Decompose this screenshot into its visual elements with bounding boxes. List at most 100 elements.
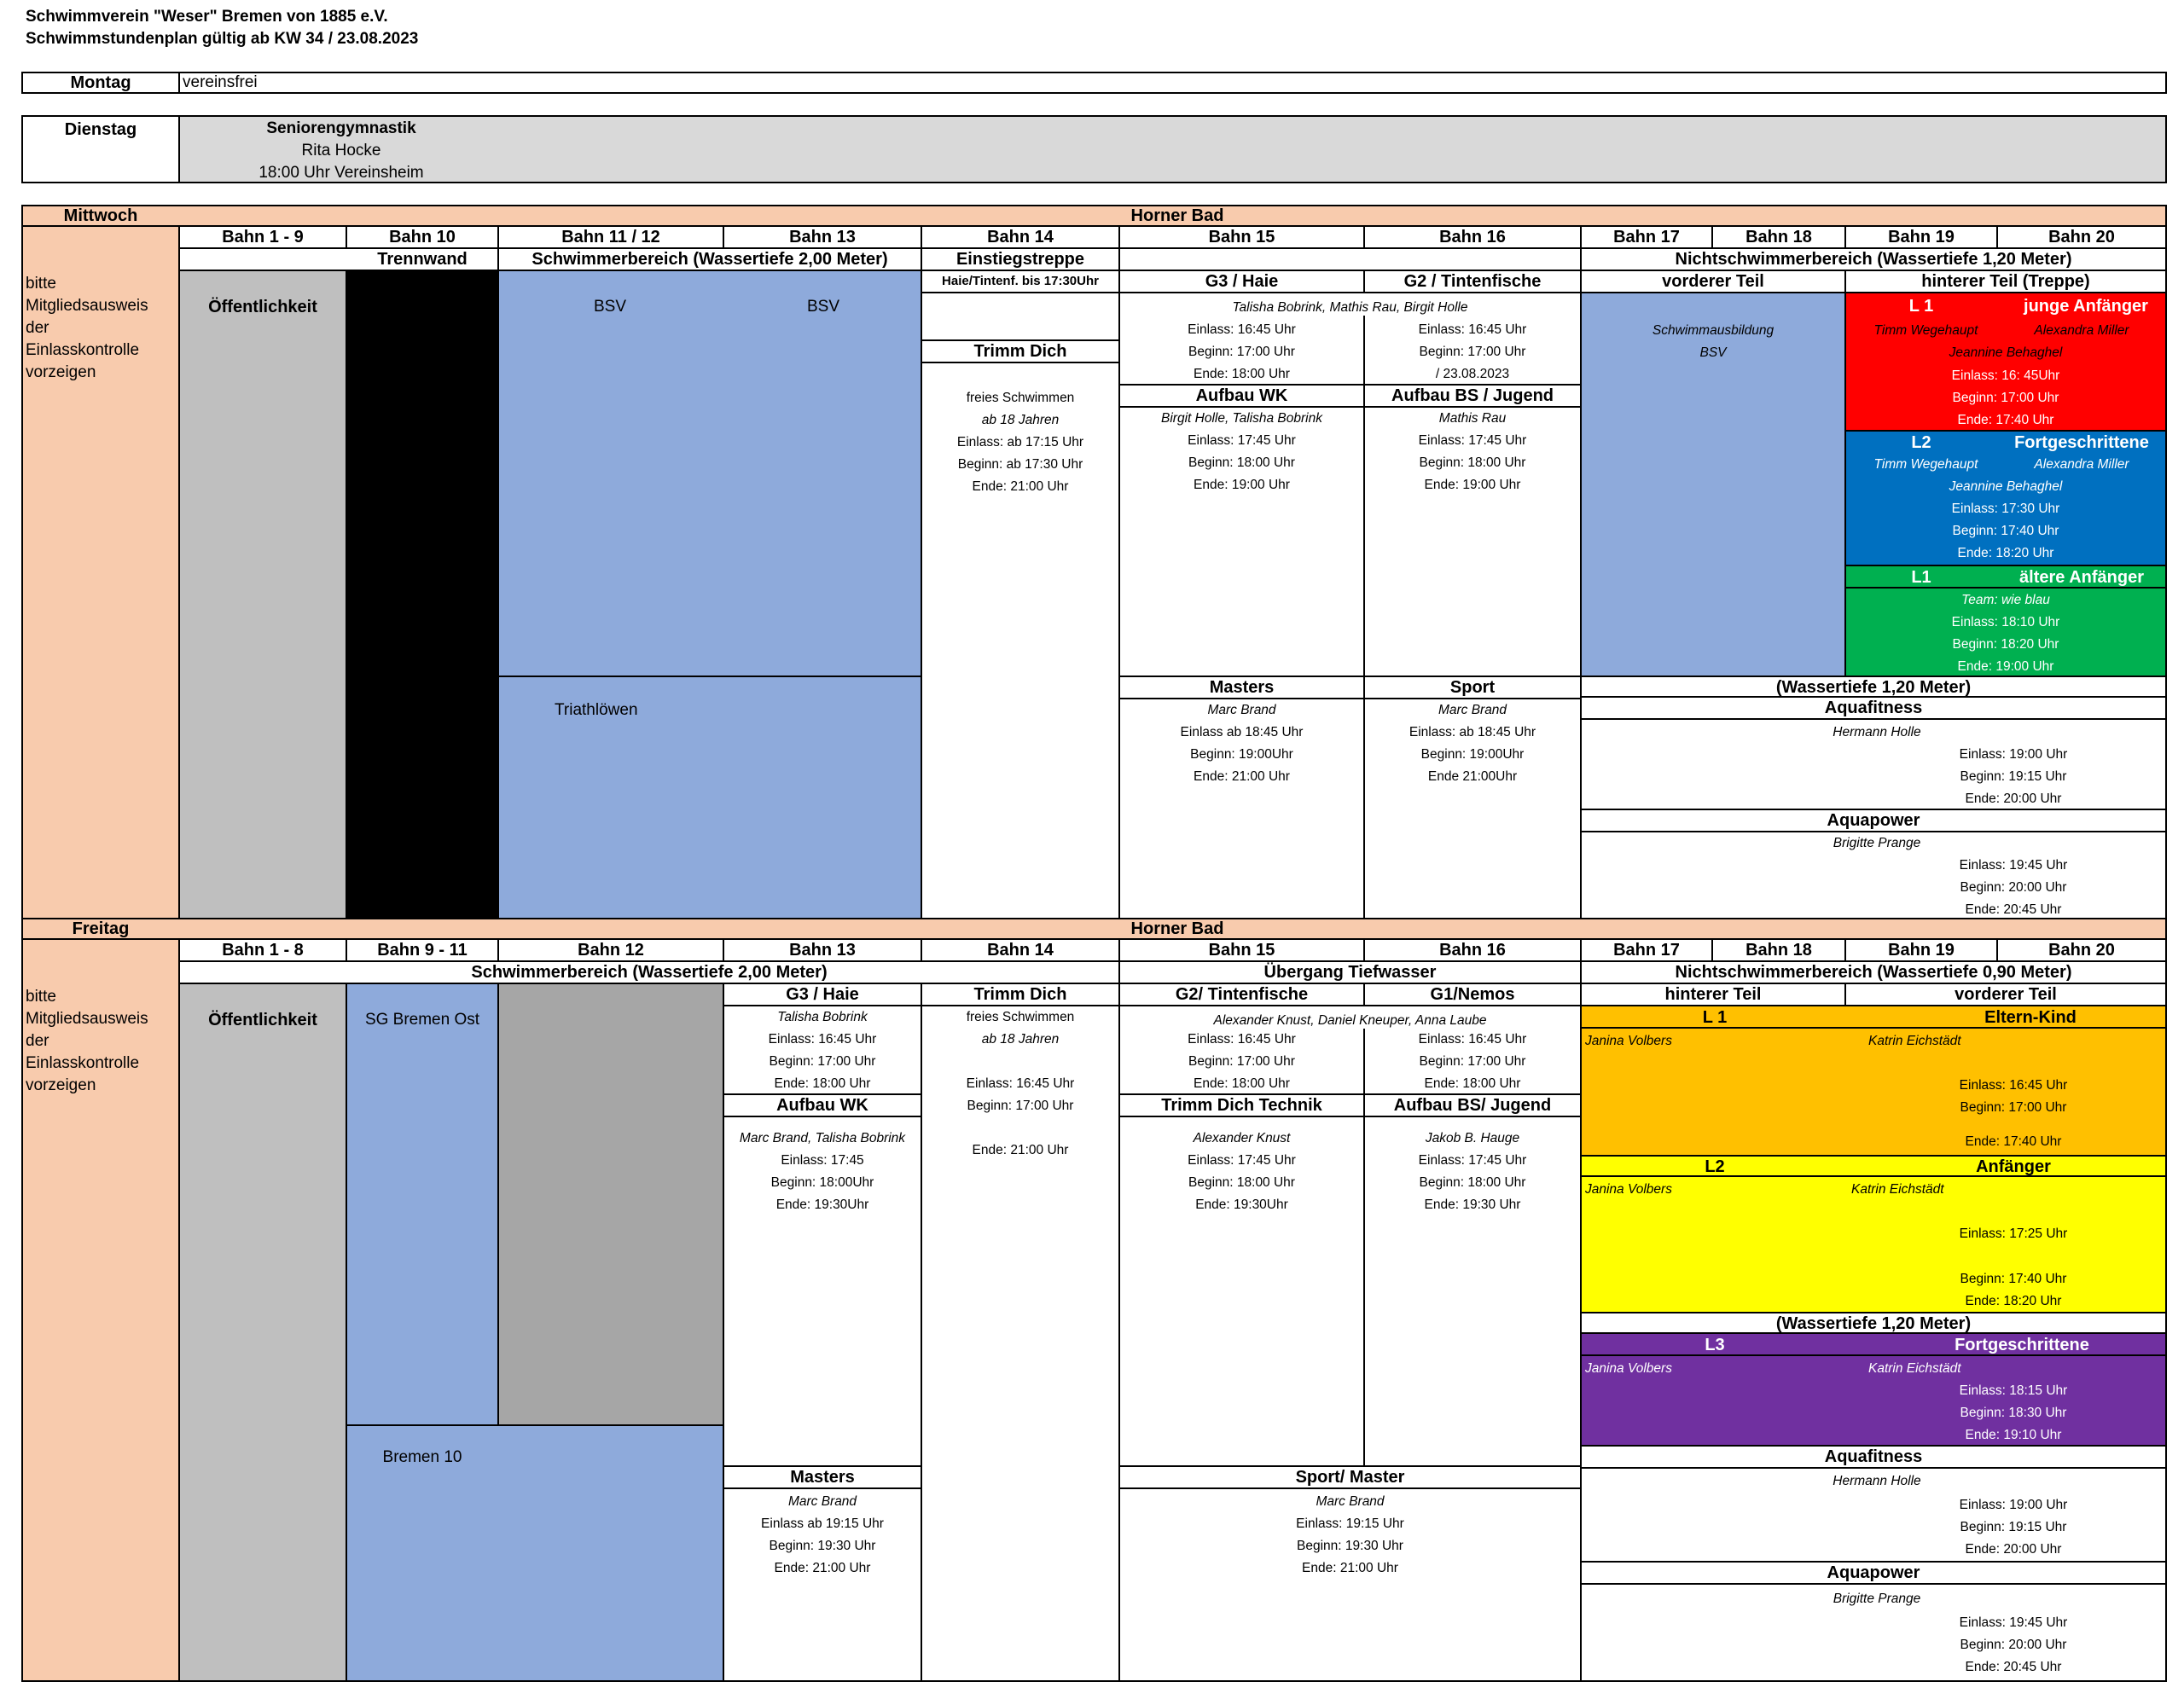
mi-g3-cell: G3 / Haie: [1118, 270, 1365, 293]
mi-l1a-name: junge Anfänger: [2024, 297, 2148, 316]
fr-tech-head: Trimm Dich Technik: [1118, 1093, 1365, 1117]
mi-l1b-code: L1: [1911, 568, 1931, 587]
mi-aufbau-bs-head: Aufbau BS / Jugend: [1363, 384, 1582, 408]
mi-aquapow-times: Einlass: 19:45 Uhr Beginn: 20:00 Uhr Ende:…: [1959, 858, 2068, 917]
fr-l2-einlass: Einlass: 17:25 Uhr: [1959, 1226, 2068, 1241]
fr-l1-code: L 1: [1702, 1008, 1728, 1027]
fr-trimm-info: freies Schwimmen ab 18 Jahren ​ Einlass:…: [966, 1010, 1075, 1157]
mittwoch-note: bitte Mitgliedsausweis der Einlasskontro…: [26, 275, 148, 381]
fr-schwimmer-cell: Schwimmerbereich (Wassertiefe 2,00 Meter…: [178, 960, 1120, 984]
fr-g2-head: G2/ Tintenfische: [1118, 983, 1365, 1006]
fr-aufbau-wk-head: Aufbau WK: [723, 1093, 922, 1117]
dienstag-day: Dienstag: [64, 120, 137, 139]
dienstag-course-block: Seniorengymnastik Rita Hocke 18:00 Uhr V…: [222, 118, 461, 184]
fr-l2-name: Anfänger: [1976, 1157, 2051, 1176]
mi-trimm-col: [921, 292, 1120, 919]
mi-g3-times: Einlass: 16:45 Uhr Beginn: 17:00 Uhr Ende:…: [1188, 322, 1296, 381]
mi-aquafit-times: Einlass: 19:00 Uhr Beginn: 19:15 Uhr Ende:…: [1959, 747, 2068, 806]
dienstag-time: 18:00 Uhr Vereinsheim: [258, 164, 424, 182]
mi-l1a-t3: Jeannine Behaghel: [1949, 345, 2063, 360]
freitag-note: bitte Mitgliedsausweis der Einlasskontro…: [26, 988, 148, 1094]
mi-g2-times: Einlass: 16:45 Uhr Beginn: 17:00 Uhr/ 23.…: [1418, 322, 1527, 381]
fr-masters-info: Marc Brand Einlass ab 19:15 Uhr Beginn: 1…: [761, 1494, 884, 1575]
mi-lane-7: Bahn 16: [1363, 225, 1582, 249]
fr-lane-11: Bahn 20: [1996, 938, 2167, 962]
mi-lane-4: Bahn 13: [723, 225, 922, 249]
fr-lane-1: Bahn 1 - 8: [178, 938, 347, 962]
montag-day: Montag: [70, 73, 131, 92]
mi-schwimmer-cell: Schwimmerbereich (Wassertiefe 2,00 Meter…: [497, 247, 922, 271]
header-line1: Schwimmverein "Weser" Bremen von 1885 e.…: [26, 8, 388, 26]
mi-masters-info: Marc Brand Einlass ab 18:45 Uhr Beginn: 1…: [1180, 703, 1304, 784]
mi-l1b-times: Einlass: 18:10 Uhr Beginn: 18:20 Uhr Ende:…: [1951, 615, 2060, 674]
fr-nichtschwimmer-cell: Nichtschwimmerbereich (Wassertiefe 0,90 …: [1580, 960, 2167, 984]
dienstag-leader: Rita Hocke: [301, 142, 381, 159]
mi-l2-t3: Jeannine Behaghel: [1949, 479, 2063, 494]
mi-haie-note-cell: Haie/Tintenf. bis 17:30Uhr: [921, 270, 1120, 293]
fr-l3-t1: Janina Volbers: [1585, 1361, 1672, 1376]
fr-lane-2: Bahn 9 - 11: [346, 938, 499, 962]
mi-lane-10: Bahn 19: [1844, 225, 1998, 249]
fr-lane-8: Bahn 17: [1580, 938, 1713, 962]
mi-l2-times: Einlass: 17:30 Uhr Beginn: 17:40 Uhr Ende:…: [1951, 502, 2060, 560]
mi-l1a-t2: Alexandra Miller: [2034, 323, 2129, 338]
fr-aquapow-head: Aquapower: [1580, 1561, 2167, 1585]
mi-oeff-block: [178, 270, 347, 919]
dienstag-content: [178, 117, 2165, 182]
fr-l3-code: L3: [1705, 1336, 1725, 1354]
mi-wt120-cell: (Wassertiefe 1,20 Meter): [1580, 676, 2167, 698]
mi-lane-2: Bahn 10: [346, 225, 499, 249]
mi-l2-t2: Alexandra Miller: [2034, 457, 2129, 472]
freitag-venue: Horner Bad: [1130, 919, 1224, 938]
fr-hinterer-head: hinterer Teil: [1580, 983, 1846, 1006]
fr-tech-info: Alexander Knust Einlass: 17:45 Uhr Beginn…: [1188, 1131, 1296, 1212]
mi-l1a-times: Einlass: 16: 45Uhr Beginn: 17:00 Uhr Ende:…: [1951, 368, 2060, 427]
mi-l1b-name: ältere Anfänger: [2019, 568, 2144, 587]
mi-nichtschwimmer-cell: Nichtschwimmerbereich (Wassertiefe 1,20 …: [1580, 247, 2167, 271]
fr-lane-6: Bahn 15: [1118, 938, 1365, 962]
fr-l1-times: Einlass: 16:45 Uhr Beginn: 17:00 Uhr: [1959, 1078, 2068, 1115]
mi-vorderer-cell: vorderer Teil: [1580, 270, 1846, 293]
fr-l1-t2: Katrin Eichstädt: [1868, 1034, 1961, 1048]
mi-lane-3: Bahn 11 / 12: [497, 225, 724, 249]
fr-g2-times: Einlass: 16:45 Uhr Beginn: 17:00 Uhr Ende:…: [1188, 1032, 1296, 1091]
mittwoch-venue: Horner Bad: [1130, 206, 1224, 225]
fr-aquafit-times: Einlass: 19:00 Uhr Beginn: 19:15 Uhr Ende:…: [1959, 1498, 2068, 1557]
fr-aquafit-head: Aquafitness: [1580, 1445, 2167, 1469]
fr-l3-t2: Katrin Eichstädt: [1868, 1361, 1961, 1376]
mi-g-trainers: Talisha Bobrink, Mathis Rau, Birgit Holl…: [1232, 300, 1468, 315]
fr-lane-10: Bahn 19: [1844, 938, 1998, 962]
fr-bs-head: Aufbau BS/ Jugend: [1363, 1093, 1582, 1117]
fr-bremen10: Bremen 10: [382, 1448, 462, 1466]
freitag-day: Freitag: [72, 919, 130, 938]
mi-aquafit-head: Aquafitness: [1580, 696, 2167, 720]
fr-g3-info: Talisha Bobrink Einlass: 16:45 Uhr Beginn…: [768, 1010, 877, 1091]
header-line2: Schwimmstundenplan gültig ab KW 34 / 23.…: [26, 30, 419, 48]
fr-aquapow-times: Einlass: 19:45 Uhr Beginn: 20:00 Uhr Ende:…: [1959, 1615, 2068, 1674]
mi-trennwand: Trennwand: [377, 250, 468, 269]
mi-schwimmausbildung: Schwimmausbildung: [1652, 323, 1774, 338]
fr-sg: SG Bremen Ost: [364, 1011, 480, 1029]
mi-l2-code: L2: [1911, 433, 1931, 452]
mi-aufbau-bs-info: Mathis Rau Einlass: 17:45 Uhr Beginn: 18:…: [1418, 411, 1527, 492]
fr-lane-7: Bahn 16: [1363, 938, 1582, 962]
montag-text: vereinsfrei: [183, 73, 258, 91]
mi-masters-head: Masters: [1118, 676, 1365, 699]
fr-vorderer-head: vorderer Teil: [1844, 983, 2167, 1006]
mi-aquafit-trainer: Hermann Holle: [1833, 725, 1921, 739]
freitag-header-bar: [21, 918, 2167, 940]
fr-l2-t2: Katrin Eichstädt: [1851, 1182, 1944, 1197]
fr-bs-info: Jakob B. Hauge Einlass: 17:45 Uhr Beginn:…: [1418, 1131, 1527, 1212]
mi-triath: Triathlöwen: [555, 701, 638, 719]
mi-trimm-info: freies Schwimmen ab 18 Jahren Einlass: a…: [956, 391, 1084, 494]
mi-sa-bsv: BSV: [1699, 345, 1727, 360]
fr-oeff-block: [178, 983, 347, 1682]
fr-lane-4: Bahn 13: [723, 938, 922, 962]
mi-g2-cell: G2 / Tintenfische: [1363, 270, 1582, 293]
mi-lane-11: Bahn 20: [1996, 225, 2167, 249]
mi-trennwand-block: [346, 270, 499, 919]
fr-sg-block: [346, 983, 499, 1426]
fr-l2-code: L2: [1705, 1157, 1725, 1176]
fr-g1-times: Einlass: 16:45 Uhr Beginn: 17:00 Uhr Ende:…: [1418, 1032, 1527, 1091]
mi-lane-8: Bahn 17: [1580, 225, 1713, 249]
